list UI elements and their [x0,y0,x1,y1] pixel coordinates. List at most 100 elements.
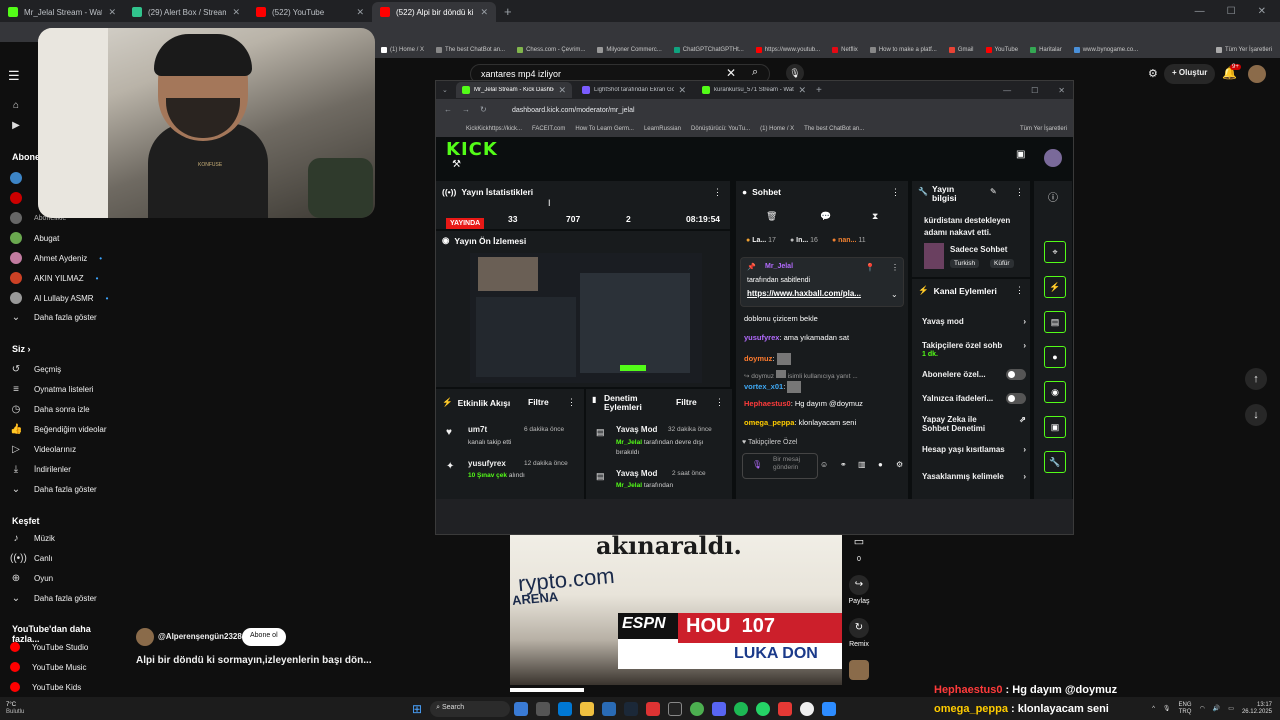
info-icon[interactable]: ⓘ [1048,189,1058,204]
bookmark[interactable]: (1) Home / X [381,47,424,53]
bookmark[interactable]: YouTube [985,47,1018,53]
new-tab-button[interactable]: + [816,85,822,96]
close-icon[interactable]: ✕ [108,7,116,18]
mic-icon[interactable]: 🎙 [752,460,762,469]
bookmark[interactable]: How to make a platf... [869,47,937,53]
trash-icon[interactable]: 🗑 [766,211,777,222]
wifi-icon[interactable]: ◠ [1200,705,1205,712]
show-more-button[interactable]: ⌄ Daha fazla göster [10,312,97,323]
hourglass-icon[interactable]: ⧗ [872,211,878,222]
shorts-video[interactable]: akınaraldı. rypto.com ARENA ESPN HOU 107… [510,535,842,685]
bookmark[interactable]: (1) Home / X [760,126,794,132]
bookmark[interactable]: How To Learn Germ... [575,126,634,132]
bookmark[interactable]: Milyoner Commerc... [597,47,662,53]
folder-icon[interactable] [580,701,595,716]
app-icon[interactable] [822,701,837,716]
tag[interactable]: Turkish [950,259,980,268]
banned-words-action[interactable]: Yasaklanmış kelimele › [922,472,1026,481]
spotify-icon[interactable] [734,701,749,716]
subs-only-action[interactable]: Abonelere özel... [922,369,1026,380]
pinned-link[interactable]: https://www.haxball.com/pla... [747,289,861,298]
bookmark[interactable]: KickKickhttps://kick... [466,126,522,132]
bookmark[interactable]: https://www.youtub... [755,47,820,53]
channel-item[interactable]: Ahmet Aydeniz • [10,252,102,264]
previous-video-button[interactable]: ↑ [1245,368,1267,390]
more-options-icon[interactable]: ⋮ [1015,285,1024,296]
search-icon[interactable]: ⌕ [752,66,758,79]
yt-studio-link[interactable]: YouTube Studio [10,642,88,652]
shorts-icon[interactable]: ▶ [10,120,22,131]
home-icon[interactable]: ⌂ [10,100,22,111]
task-view-icon[interactable] [514,701,529,716]
watch-later-link[interactable]: ◷ Daha sonra izle [10,404,90,415]
category-thumbnail[interactable] [924,243,944,269]
bookmark[interactable]: www.bynogame.co... [1073,47,1138,53]
cast-icon[interactable]: ⚙ [1148,67,1158,80]
infinity-icon[interactable]: ⚭ [840,460,847,469]
app-icon[interactable] [778,701,793,716]
chrome-icon[interactable] [690,701,705,716]
discord-icon[interactable] [712,701,727,716]
store-icon[interactable]: ▥ [858,460,866,469]
filter-button[interactable]: Filtre [676,397,697,407]
close-icon[interactable]: ✕ [1058,86,1065,95]
comments-button[interactable]: ▭ 0 [848,535,870,563]
channel-handle[interactable]: @Alperenşengün2328 [158,632,242,641]
slow-mode-action[interactable]: Yavaş mod › [922,317,1026,326]
ai-moderation-action[interactable]: Yapay Zeka ile Sohbet Denetimi ⇗ [922,415,1026,433]
top-chatter[interactable]: ● In... 16 [790,237,818,244]
downloads-link[interactable]: ⤓ İndirilenler [10,464,71,475]
sound-thumbnail[interactable] [849,660,869,680]
bookmark[interactable]: Haritalar [1030,47,1062,53]
reload-icon[interactable]: ↻ [480,105,487,114]
chat-username[interactable]: yusufyrex [744,333,779,342]
menu-icon[interactable]: ☰ [8,68,20,84]
edit-icon[interactable]: ✎ [990,187,997,196]
maximize-icon[interactable]: ☐ [1227,6,1236,17]
subs-only-toggle[interactable] [1006,369,1026,380]
chat-icon[interactable]: ● [1044,346,1066,368]
bookmark-folder[interactable]: Tüm Yer İşaretleri [1215,47,1280,53]
channel-item[interactable] [10,192,22,204]
tab-search-icon[interactable]: ⌄ [442,86,452,94]
history-link[interactable]: ↺ Geçmiş [10,364,61,375]
yt-music-link[interactable]: YouTube Music [10,662,87,672]
more-options-icon[interactable]: ⋮ [891,263,899,272]
filter-button[interactable]: Filtre [528,397,549,407]
browser-tab[interactable]: (29) Alert Box / Streamlabs✕ [124,2,248,22]
lightning-icon[interactable]: ⚡ [1044,276,1066,298]
language-indicator[interactable]: ENG TRQ [1179,702,1192,716]
chat-username[interactable]: doymuz [744,354,772,363]
share-button[interactable]: ↪ Paylaş [848,575,870,605]
channel-item[interactable]: AKIN YILMAZ • [10,272,98,284]
show-more-button[interactable]: ⌄ Daha fazla göster [10,593,97,604]
subscribe-button[interactable]: Abone ol [242,628,286,646]
emotes-only-toggle[interactable] [1006,393,1026,404]
top-chatter[interactable]: ● La... 17 [746,237,776,244]
bookmark[interactable]: The best ChatBot an... [436,47,505,53]
more-options-icon[interactable]: ⋮ [567,397,576,408]
you-heading[interactable]: Siz › [12,344,31,354]
show-more-button[interactable]: ⌄ Daha fazla göster [10,484,97,495]
emoji-icon[interactable]: ☺ [820,460,828,469]
bookmark[interactable]: ChatGPTChatGPTHt... [673,47,744,53]
broadcast-icon[interactable]: ◉ [1044,381,1066,403]
channel-avatar[interactable] [136,628,154,646]
back-icon[interactable]: ← [444,105,452,114]
weather-widget[interactable]: 7°C Bulutlu [0,702,50,716]
channel-item[interactable]: Al Lullaby ASMR • [10,292,108,304]
followers-only-action[interactable]: Takipçilere özel sohb › [922,341,1026,350]
bookmark[interactable]: FACEIT.com [532,126,565,132]
bookmark[interactable]: Gmail [948,47,974,53]
document-icon[interactable]: ▤ [1044,311,1066,333]
next-video-button[interactable]: ↓ [1245,404,1267,426]
pinned-user[interactable]: Mr_Jelal [765,263,793,270]
video-progress[interactable] [510,688,584,692]
account-age-action[interactable]: Hesap yaşı kısıtlamas › [922,445,1026,454]
browser-tab-active[interactable]: (522) Alpi bir döndü ki sormay✕ [372,2,496,22]
channel-item[interactable] [10,172,22,184]
bookmark[interactable]: Netflix [832,47,858,53]
music-link[interactable]: ♪ Müzik [10,533,55,544]
activity-user[interactable]: yusufyrex [468,459,506,468]
app-icon[interactable] [536,701,551,716]
